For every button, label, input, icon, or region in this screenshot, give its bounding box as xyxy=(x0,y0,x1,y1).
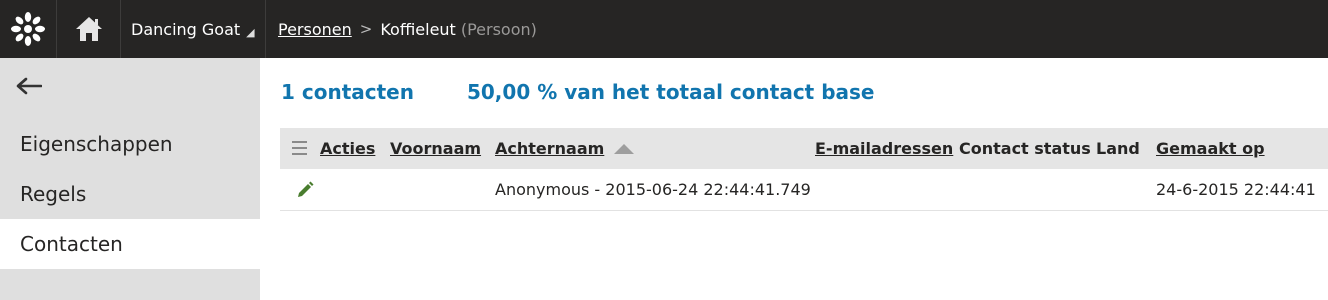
column-header-achternaam[interactable]: Achternaam xyxy=(495,139,604,158)
breadcrumb-current: Koffieleut xyxy=(380,19,456,39)
contact-summary: 1 contacten 50,00 % van het totaal conta… xyxy=(281,80,874,104)
kentico-logo-icon[interactable] xyxy=(0,0,57,58)
sidebar-item-contacten[interactable]: Contacten xyxy=(0,219,260,269)
breadcrumb-link-personen[interactable]: Personen xyxy=(278,20,352,39)
cell-gemaakt-op: 24-6-2015 22:44:41 xyxy=(1156,180,1316,199)
back-arrow-icon[interactable] xyxy=(16,76,43,100)
column-header-achternaam-cell: Achternaam xyxy=(495,128,635,169)
sidebar-item-eigenschappen[interactable]: Eigenschappen xyxy=(0,119,260,169)
sidebar-item-label: Regels xyxy=(20,182,87,206)
table-row: Anonymous - 2015-06-24 22:44:41.749 24-6… xyxy=(280,169,1328,211)
sidebar-item-label: Eigenschappen xyxy=(20,132,173,156)
column-header-land: Land xyxy=(1096,139,1140,158)
column-header-email[interactable]: E-mailadressen xyxy=(815,128,953,169)
home-icon[interactable] xyxy=(57,0,121,58)
sidebar-item-label: Contacten xyxy=(20,232,123,256)
contact-percentage: 50,00 % van het totaal contact base xyxy=(466,80,875,104)
column-header-contact-status: Contact status xyxy=(959,139,1091,158)
site-name: Dancing Goat xyxy=(131,19,241,39)
caret-down-icon: ◢ xyxy=(246,25,255,39)
column-header-gemaakt-op[interactable]: Gemaakt op xyxy=(1156,128,1265,169)
site-selector[interactable]: Dancing Goat ◢ xyxy=(121,0,266,58)
top-bar: Dancing Goat ◢ Personen > Koffieleut (Pe… xyxy=(0,0,1328,58)
contact-count: 1 contacten xyxy=(281,80,414,104)
breadcrumb-type: (Persoon) xyxy=(460,19,537,39)
cell-achternaam: Anonymous - 2015-06-24 22:44:41.749 xyxy=(495,180,811,199)
sort-ascending-icon[interactable] xyxy=(614,143,635,154)
table-header: Acties Voornaam Achternaam E-mailadresse… xyxy=(280,128,1328,169)
menu-icon[interactable] xyxy=(292,141,307,155)
breadcrumb-separator: > xyxy=(359,20,373,38)
sidebar: Eigenschappen Regels Contacten xyxy=(0,58,260,300)
edit-pencil-icon[interactable] xyxy=(295,180,315,204)
sidebar-item-regels[interactable]: Regels xyxy=(0,169,260,219)
column-header-voornaam[interactable]: Voornaam xyxy=(390,128,481,169)
breadcrumb: Personen > Koffieleut (Persoon) xyxy=(278,0,537,58)
column-header-acties[interactable]: Acties xyxy=(320,128,375,169)
